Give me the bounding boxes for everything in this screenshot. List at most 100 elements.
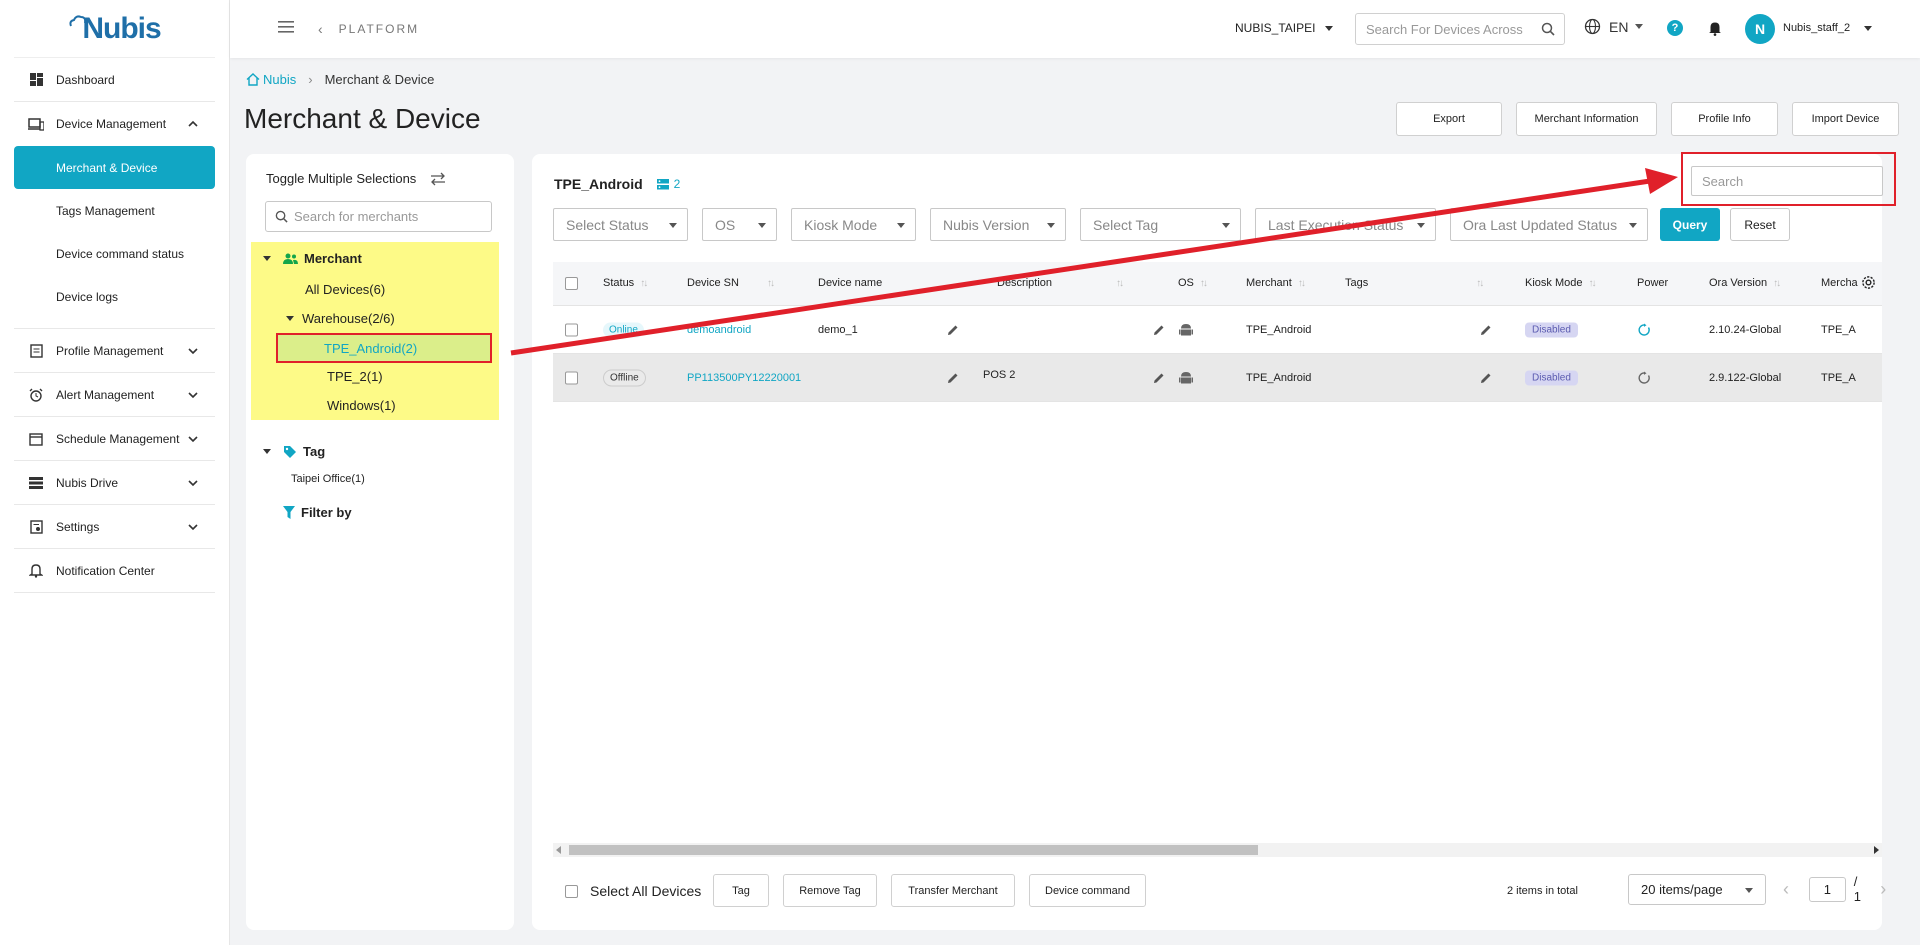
row-checkbox[interactable]: [565, 371, 578, 384]
sidebar-item-label: Notification Center: [56, 563, 155, 578]
transfer-merchant-button[interactable]: Transfer Merchant: [891, 874, 1015, 907]
global-search-placeholder: Search For Devices Across: [1366, 21, 1523, 37]
tree-item-warehouse-label: Warehouse(2/6): [302, 311, 395, 326]
sidebar-item-dashboard[interactable]: Dashboard: [14, 58, 215, 102]
swap-icon[interactable]: [430, 172, 446, 186]
device-search-placeholder: Search: [1702, 173, 1744, 189]
sidebar-item-schedule-management[interactable]: Schedule Management: [14, 417, 215, 461]
device-sn-link[interactable]: PP113500PY12220001: [687, 372, 801, 384]
user-menu[interactable]: Nubis_staff_2: [1783, 22, 1873, 34]
device-sn-link[interactable]: demoandroid: [687, 324, 751, 336]
chevron-left-icon[interactable]: ‹: [1783, 879, 1789, 900]
reboot-icon[interactable]: [1638, 323, 1651, 336]
chevron-right-icon[interactable]: ›: [1880, 879, 1886, 900]
caret-down-icon: [1325, 25, 1334, 31]
sidebar-item-tags-management[interactable]: Tags Management: [14, 189, 215, 232]
platform-nav[interactable]: ‹ PLATFORM: [318, 21, 419, 37]
export-button[interactable]: Export: [1396, 102, 1502, 136]
scroll-right-arrow-icon[interactable]: [1874, 846, 1879, 854]
tree-item-taipei-office[interactable]: Taipei Office(1): [291, 473, 365, 485]
search-icon[interactable]: [1541, 22, 1555, 36]
sidebar-item-device-management[interactable]: Device Management: [14, 102, 215, 146]
region-selector[interactable]: NUBIS_TAIPEI: [1235, 21, 1334, 35]
import-device-button[interactable]: Import Device: [1792, 102, 1899, 136]
sidebar-item-notification-center[interactable]: Notification Center: [14, 549, 215, 593]
sort-icon: ↑↓: [1588, 277, 1596, 289]
last-execution-status-filter[interactable]: Last Execution Status: [1255, 208, 1436, 241]
nubis-version-filter[interactable]: Nubis Version: [930, 208, 1066, 241]
os-filter[interactable]: OS: [702, 208, 777, 241]
reboot-icon[interactable]: [1638, 371, 1651, 384]
people-icon: [283, 253, 298, 264]
avatar[interactable]: N: [1745, 14, 1775, 44]
edit-name-pencil-icon[interactable]: [947, 372, 959, 384]
tree-item-windows[interactable]: Windows(1): [327, 398, 396, 413]
bell-icon[interactable]: [1708, 20, 1722, 36]
page-number-input[interactable]: 1: [1809, 876, 1846, 902]
edit-name-pencil-icon[interactable]: [947, 324, 959, 336]
edit-tags-pencil-icon[interactable]: [1480, 372, 1492, 384]
select-all-rows-checkbox[interactable]: [565, 277, 578, 290]
device-search-input[interactable]: Search: [1691, 166, 1883, 196]
reset-button[interactable]: Reset: [1730, 208, 1790, 241]
sidebar-item-merchant-device[interactable]: Merchant & Device: [14, 146, 215, 189]
device-command-button[interactable]: Device command: [1029, 874, 1146, 907]
ora-updated-filter-label: Ora Last Updated Status: [1463, 216, 1618, 233]
hamburger-menu-icon[interactable]: [278, 20, 294, 34]
select-all-checkbox[interactable]: [565, 884, 578, 898]
select-all-devices[interactable]: Select All Devices: [565, 883, 701, 899]
column-description[interactable]: Description ↑↓: [997, 277, 1124, 289]
remove-tag-button[interactable]: Remove Tag: [783, 874, 877, 907]
tree-item-warehouse[interactable]: Warehouse(2/6): [286, 311, 395, 326]
nubis-logo[interactable]: Nubis: [14, 0, 215, 58]
tag-filter[interactable]: Select Tag: [1080, 208, 1241, 241]
scrollbar-thumb[interactable]: [569, 845, 1258, 855]
selected-merchant-name: TPE_Android: [554, 176, 643, 192]
table-row[interactable]: Offline PP113500PY12220001 POS 2 TPE_And…: [553, 354, 1882, 402]
sidebar-item-device-command-status[interactable]: Device command status: [14, 232, 215, 275]
ora-last-updated-filter[interactable]: Ora Last Updated Status: [1450, 208, 1648, 241]
column-merchant[interactable]: Merchant ↑↓: [1246, 277, 1306, 289]
merchant-search-input[interactable]: Search for merchants: [265, 201, 492, 232]
tree-tag-header[interactable]: Tag: [263, 444, 325, 459]
tree-merchant-header[interactable]: Merchant: [263, 251, 362, 266]
language-selector[interactable]: EN: [1584, 18, 1644, 35]
sidebar-item-device-logs[interactable]: Device logs: [14, 275, 215, 318]
horizontal-scrollbar[interactable]: [553, 843, 1882, 857]
edit-tags-pencil-icon[interactable]: [1480, 324, 1492, 336]
edit-description-pencil-icon[interactable]: [1153, 372, 1165, 384]
help-icon[interactable]: ?: [1667, 20, 1683, 36]
merchant-information-button[interactable]: Merchant Information: [1516, 102, 1657, 136]
profile-info-button[interactable]: Profile Info: [1671, 102, 1778, 136]
column-device-sn[interactable]: Device SN ↑↓: [687, 277, 775, 289]
tree-item-all-devices[interactable]: All Devices(6): [305, 282, 385, 297]
status-filter[interactable]: Select Status: [553, 208, 688, 241]
column-ora-version[interactable]: Ora Version ↑↓: [1709, 277, 1781, 289]
sidebar-item-alert-management[interactable]: Alert Management: [14, 373, 215, 417]
toggle-multiple-selections[interactable]: Toggle Multiple Selections: [266, 171, 446, 186]
page-size-select[interactable]: 20 items/page: [1628, 874, 1766, 905]
column-os[interactable]: OS ↑↓: [1178, 277, 1208, 289]
kiosk-mode-filter[interactable]: Kiosk Mode: [791, 208, 916, 241]
column-tags[interactable]: Tags ↑↓: [1345, 277, 1484, 289]
logo-text: Nubis: [82, 11, 161, 45]
table-row[interactable]: Online demoandroid demo_1 TPE_Android Di…: [553, 306, 1882, 354]
sidebar-item-profile-management[interactable]: Profile Management: [14, 329, 215, 373]
column-status[interactable]: Status ↑↓: [603, 277, 648, 289]
column-settings-gear-icon[interactable]: [1861, 275, 1876, 290]
sidebar-item-label: Alert Management: [56, 387, 155, 402]
scroll-left-arrow-icon[interactable]: [556, 846, 561, 854]
global-device-search[interactable]: Search For Devices Across: [1355, 13, 1565, 45]
column-kiosk-mode[interactable]: Kiosk Mode ↑↓: [1525, 277, 1596, 289]
query-button[interactable]: Query: [1660, 208, 1720, 241]
sidebar-item-settings[interactable]: Settings: [14, 505, 215, 549]
device-count: 2: [656, 177, 680, 191]
tree-item-tpe-2[interactable]: TPE_2(1): [327, 369, 383, 384]
breadcrumb-home[interactable]: Nubis: [246, 72, 296, 87]
filter-by[interactable]: Filter by: [283, 505, 352, 520]
tree-item-tpe-android[interactable]: TPE_Android(2): [276, 333, 492, 363]
row-checkbox[interactable]: [565, 323, 578, 336]
tag-button[interactable]: Tag: [713, 874, 769, 907]
sidebar-item-nubis-drive[interactable]: Nubis Drive: [14, 461, 215, 505]
edit-description-pencil-icon[interactable]: [1153, 324, 1165, 336]
